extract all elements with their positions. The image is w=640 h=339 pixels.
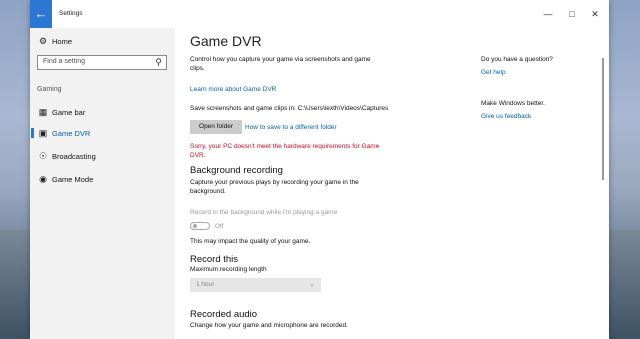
- toggle-knob: [193, 224, 197, 228]
- background-recording-heading: Background recording: [190, 165, 283, 176]
- background-toggle-label: Record in the background while I'm playi…: [190, 209, 338, 216]
- sidebar-item-game-dvr[interactable]: ▣ Game DVR: [37, 126, 91, 140]
- sidebar-item-label: Game Mode: [52, 175, 94, 184]
- sidebar-item-game-mode[interactable]: ◉ Game Mode: [37, 172, 93, 186]
- game-mode-icon: ◉: [39, 174, 47, 184]
- game-dvr-icon: ▣: [38, 128, 48, 138]
- background-recording-desc-cont: background.: [190, 188, 226, 195]
- background-recording-toggle[interactable]: [190, 222, 210, 230]
- open-folder-button[interactable]: Open folder: [190, 120, 242, 134]
- dropdown-value: 1 hour: [196, 281, 215, 288]
- minimize-icon: —: [543, 9, 553, 19]
- back-button[interactable]: ←: [30, 0, 52, 28]
- search-icon: ⚲: [155, 57, 162, 67]
- toggle-state: Off: [215, 223, 224, 230]
- back-arrow-icon: ←: [34, 6, 48, 21]
- error-message: Sorry, your PC doesn't meet the hardware…: [190, 143, 380, 150]
- max-length-label: Maximum recording length: [190, 266, 267, 273]
- sidebar-item-label: Game bar: [52, 108, 86, 117]
- sidebar: ⚙ Home Find a setting ⚲ Gaming ▦ Game bar …: [30, 28, 175, 339]
- gear-icon: ⚙: [38, 36, 48, 46]
- page-title: Game DVR: [190, 33, 262, 49]
- scrollbar[interactable]: [602, 58, 604, 180]
- record-this-heading: Record this: [190, 254, 239, 265]
- recorded-audio-desc: Change how your game and microphone are …: [190, 322, 348, 329]
- page-description: Control how you capture your game via sc…: [190, 56, 371, 63]
- broadcast-icon: ☉: [38, 151, 48, 161]
- search-input[interactable]: Find a setting ⚲: [37, 55, 167, 70]
- background-recording-desc: Capture your previous plays by recording…: [190, 179, 359, 186]
- page-description-cont: clips.: [190, 65, 205, 72]
- question-heading: Do you have a question?: [481, 56, 553, 63]
- minimize-button[interactable]: —: [536, 0, 560, 28]
- maximize-button[interactable]: □: [560, 0, 584, 28]
- title-bar: ← Settings — □ ✕: [30, 0, 609, 28]
- save-path-text: Save screenshots and game clips in: C:\U…: [190, 105, 389, 112]
- chevron-down-icon: ⌄: [309, 281, 315, 288]
- feedback-link[interactable]: Give us feedback: [481, 113, 531, 120]
- recorded-audio-heading: Recorded audio: [190, 309, 258, 320]
- sidebar-item-home[interactable]: ⚙ Home: [37, 34, 72, 48]
- window-title: Settings: [59, 10, 83, 17]
- sidebar-item-label: Home: [52, 37, 73, 46]
- error-message-cont: DVR.: [190, 152, 206, 159]
- settings-window: ← Settings — □ ✕ ⚙ Home Find a setting ⚲ …: [30, 0, 609, 339]
- learn-more-link[interactable]: Learn more about Game DVR: [190, 86, 276, 93]
- quality-note: This may impact the quality of your game…: [190, 238, 311, 245]
- save-location-link[interactable]: How to save to a different folder: [245, 124, 337, 131]
- search-placeholder: Find a setting: [43, 58, 86, 65]
- max-length-dropdown[interactable]: 1 hour ⌄: [190, 278, 321, 292]
- get-help-link[interactable]: Get help: [481, 69, 506, 76]
- game-bar-icon: ▦: [38, 107, 48, 117]
- sidebar-item-label: Game DVR: [52, 129, 91, 138]
- sidebar-item-game-bar[interactable]: ▦ Game bar: [37, 105, 86, 119]
- selected-indicator: [31, 128, 34, 138]
- feedback-heading: Make Windows better.: [481, 100, 545, 107]
- maximize-icon: □: [569, 9, 575, 19]
- close-button[interactable]: ✕: [583, 0, 607, 28]
- main-content: Game DVR Control how you capture your ga…: [190, 28, 490, 339]
- close-icon: ✕: [591, 9, 599, 19]
- section-label: Gaming: [37, 86, 62, 93]
- sidebar-item-label: Broadcasting: [52, 152, 96, 161]
- sidebar-item-broadcasting[interactable]: ☉ Broadcasting: [37, 149, 96, 163]
